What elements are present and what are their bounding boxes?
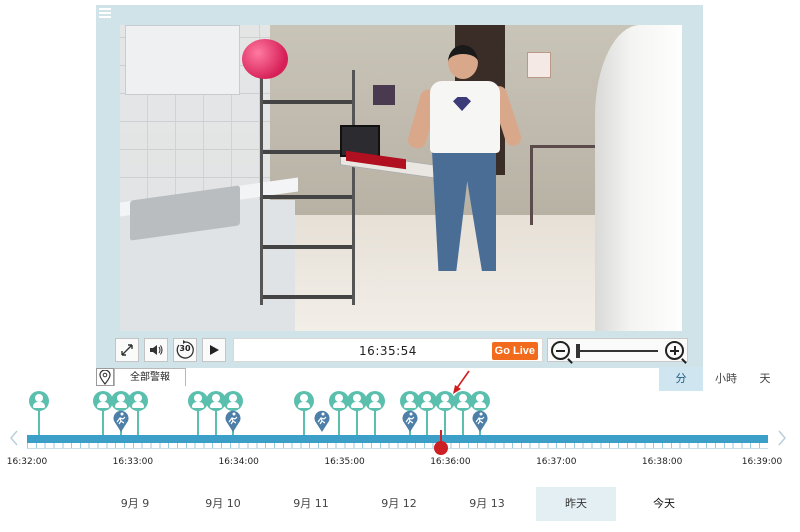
event-timeline[interactable]: 16:32:00 16:33:00 16:34:00 16:35:00 16:36:00… [0,390,800,475]
date-item[interactable]: 9月 13 [447,487,527,521]
person-event-stem [137,410,140,435]
fullscreen-icon[interactable] [115,338,139,362]
rewind-30-label: 30 [179,344,191,353]
person-event-stem [355,410,358,435]
zoom-control [547,338,688,364]
player-frame [96,5,703,368]
play-icon [210,345,219,355]
date-item[interactable]: 9月 9 [95,487,175,521]
camera-video[interactable] [120,25,682,331]
unit-day-button[interactable]: 天 [748,367,782,391]
person-event-icon[interactable] [364,391,385,411]
person-event-stem [302,410,305,435]
zoom-in-icon[interactable] [665,341,687,364]
person-event-icon[interactable] [92,391,113,411]
motion-event-icon[interactable] [471,409,489,433]
person-event-icon[interactable] [223,391,244,411]
tab-all-alerts[interactable]: 全部警報 [114,368,186,386]
timeline-ticks [27,443,768,449]
person-event-stem [338,410,341,435]
go-live-button[interactable]: Go Live [491,342,538,360]
person-event-stem [426,410,429,435]
timeline-label: 16:35:00 [324,457,365,467]
person-event-icon[interactable] [29,391,50,411]
playhead-handle[interactable] [434,441,448,455]
person-event-stem [38,410,41,435]
person-event-icon[interactable] [128,391,149,411]
person-event-icon[interactable] [293,391,314,411]
person-event-icon[interactable] [470,391,491,411]
red-arrow-annotation [453,370,470,394]
location-pin-icon [99,370,111,385]
timeline-label: 16:32:00 [6,457,48,467]
rewind-30-button[interactable]: 30 [173,338,197,362]
player-controls: 30 16:35:54 Go Live [115,338,688,364]
date-selector: 9月 9 9月 10 9月 11 9月 12 9月 13 昨天 今天 [0,487,800,521]
video-tv [373,85,395,105]
motion-event-icon[interactable] [224,409,242,433]
date-item[interactable]: 今天 [624,487,704,521]
motion-event-icon[interactable] [112,409,130,433]
play-button[interactable] [202,338,226,362]
video-curtain [595,25,682,331]
timeline-label: 16:38:00 [641,457,683,467]
video-helmet [242,39,288,79]
video-poster [527,52,551,78]
timeline-bar[interactable] [27,435,768,443]
timeline-label: 16:39:00 [741,457,783,467]
volume-icon[interactable] [144,338,168,362]
current-time-display: 16:35:54 Go Live [233,338,543,362]
video-person [406,45,524,285]
person-event-stem [373,410,376,435]
date-item[interactable]: 昨天 [536,487,616,521]
unit-hour-button[interactable]: 小時 [706,367,746,391]
timeline-prev-icon[interactable] [9,430,19,446]
timeline-label: 16:34:00 [218,457,259,467]
date-item[interactable]: 9月 11 [271,487,351,521]
nvr-playback-screen: 30 16:35:54 Go Live 全部警報 分 小時 天 16:32:00… [0,0,800,532]
video-cabinet [125,25,240,95]
timeline-next-icon[interactable] [777,430,787,446]
person-event-icon[interactable] [346,391,367,411]
menu-icon[interactable] [99,8,111,18]
timeline-label: 16:36:00 [430,457,471,467]
unit-minute-button[interactable]: 分 [659,367,703,391]
date-item[interactable]: 9月 12 [359,487,439,521]
zoom-out-icon[interactable] [551,341,573,364]
motion-event-icon[interactable] [313,409,331,433]
person-event-stem [214,410,217,435]
motion-event-icon[interactable] [401,409,419,433]
zoom-slider[interactable] [578,350,658,352]
person-event-stem [197,410,200,435]
person-event-stem [101,410,104,435]
timeline-label: 16:37:00 [536,457,577,467]
date-item[interactable]: 9月 10 [183,487,263,521]
timeline-label: 16:33:00 [112,457,154,467]
person-event-stem [444,410,447,435]
person-event-stem [461,410,464,435]
location-filter-button[interactable] [96,368,114,386]
video-shelf [260,70,355,305]
zoom-slider-handle[interactable] [576,344,580,358]
